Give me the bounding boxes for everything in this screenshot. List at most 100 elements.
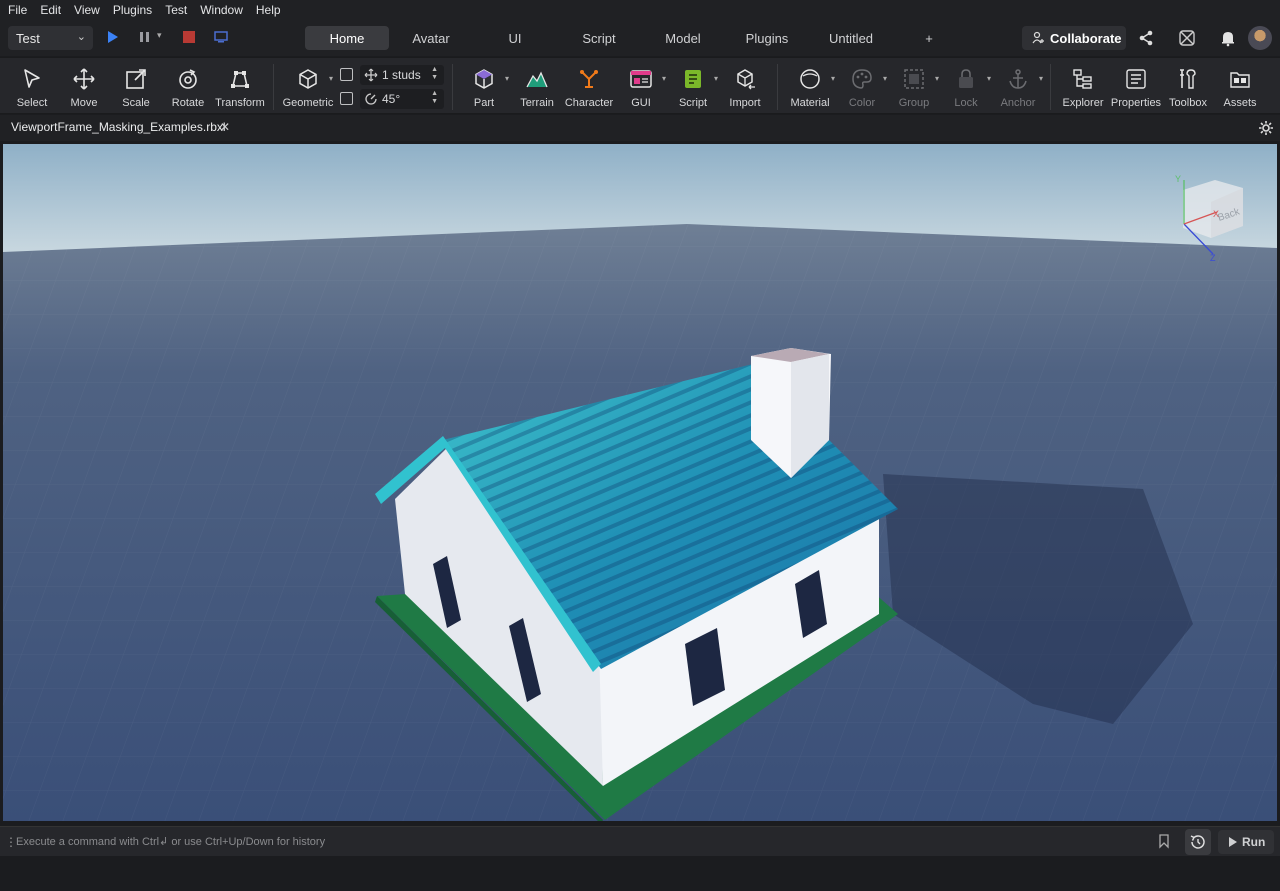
toolbar-divider (273, 64, 274, 110)
mode-select[interactable]: Test ⌄ (8, 26, 93, 50)
character-button[interactable]: Character (563, 58, 615, 114)
history-button[interactable] (1185, 829, 1211, 855)
toolbar-divider (1050, 64, 1051, 110)
pause-options-chevron-icon[interactable]: ▾ (157, 30, 162, 41)
stop-icon[interactable] (182, 30, 196, 44)
terrain-label: Terrain (520, 97, 554, 109)
menu-help[interactable]: Help (256, 3, 281, 17)
share-icon[interactable] (1137, 29, 1155, 47)
color-button[interactable]: ▾ Color (836, 58, 888, 114)
explorer-tree-icon (1073, 69, 1092, 89)
menu-test[interactable]: Test (165, 3, 187, 17)
toolbox-button[interactable]: Toolbox (1162, 58, 1214, 114)
rotate-label: Rotate (171, 97, 205, 109)
properties-button[interactable]: Properties (1110, 58, 1162, 114)
geometric-mode-button[interactable]: ▾ Geometric (282, 58, 334, 114)
color-label: Color (848, 97, 876, 109)
move-snap-value: 1 studs (382, 68, 421, 82)
select-tool-button[interactable]: Select (6, 58, 58, 114)
scale-label: Scale (122, 97, 150, 109)
user-avatar[interactable] (1248, 26, 1272, 50)
assets-label: Assets (1223, 97, 1257, 109)
stepper-arrows-icon[interactable]: ▲ ▼ (431, 90, 438, 106)
gui-button[interactable]: ▾ GUI (615, 58, 667, 114)
material-label: Material (790, 97, 830, 109)
notifications-bell-icon[interactable] (1219, 29, 1237, 47)
viewport-scene: Back Y X Z (3, 144, 1277, 821)
status-area (0, 857, 1280, 891)
chevron-down-icon: ▾ (934, 74, 939, 83)
transform-tool-button[interactable]: Transform (214, 58, 266, 114)
run-button[interactable]: Run (1218, 830, 1274, 854)
gear-icon[interactable] (1258, 120, 1274, 136)
anchor-icon (1009, 69, 1027, 89)
chevron-down-icon: ▾ (661, 74, 666, 83)
close-icon[interactable]: ✕ (220, 120, 230, 134)
rotate-snap-icon (365, 93, 377, 105)
toolbox-tools-icon (1180, 69, 1196, 89)
scale-icon (126, 69, 146, 89)
chevron-down-icon: ▾ (1038, 74, 1043, 83)
tab-ui[interactable]: UI (473, 26, 557, 50)
axis-y-label: Y (1175, 174, 1181, 184)
chevron-down-icon: ▾ (328, 74, 333, 83)
select-label: Select (16, 97, 48, 109)
history-clock-icon (1190, 835, 1205, 849)
color-palette-icon (852, 69, 872, 89)
assets-button[interactable]: Assets (1214, 58, 1266, 114)
import-label: Import (729, 97, 761, 109)
add-tab-button[interactable]: + (911, 26, 947, 50)
collaborate-button[interactable]: Collaborate (1022, 26, 1126, 50)
team-create-icon[interactable] (1178, 29, 1196, 47)
script-button[interactable]: ▾ Script (667, 58, 719, 114)
script-label: Script (678, 97, 708, 109)
group-button[interactable]: ▾ Group (888, 58, 940, 114)
part-label: Part (473, 97, 495, 109)
chevron-down-icon: ▾ (882, 74, 887, 83)
menu-edit[interactable]: Edit (40, 3, 61, 17)
3d-viewport[interactable]: Back Y X Z (3, 144, 1277, 821)
menu-window[interactable]: Window (200, 3, 243, 17)
toolbar-divider (452, 64, 453, 110)
pause-icon[interactable] (138, 30, 152, 44)
cursor-arrow-icon (24, 69, 40, 88)
rotate-snap-control: 45° ▲ ▼ (340, 89, 444, 109)
file-tab[interactable]: ViewportFrame_Masking_Examples.rbxl ✕ (0, 115, 240, 141)
anchor-button[interactable]: ▾ Anchor (992, 58, 1044, 114)
part-button[interactable]: ▾ Part (458, 58, 510, 114)
collaborate-label: Collaborate (1050, 30, 1122, 46)
menu-plugins[interactable]: Plugins (113, 3, 152, 17)
device-emulator-icon[interactable] (214, 30, 228, 44)
tab-avatar[interactable]: Avatar (389, 26, 473, 50)
move-snap-checkbox[interactable] (340, 68, 353, 81)
tab-model[interactable]: Model (641, 26, 725, 50)
play-icon[interactable] (106, 30, 120, 44)
lock-label: Lock (954, 97, 978, 109)
move-snap-field[interactable]: 1 studs ▲ ▼ (360, 65, 444, 85)
move-tool-button[interactable]: Move (58, 58, 110, 114)
lock-button[interactable]: ▾ Lock (940, 58, 992, 114)
tab-home[interactable]: Home (305, 26, 389, 50)
tab-plugins[interactable]: Plugins (725, 26, 809, 50)
rotate-snap-field[interactable]: 45° ▲ ▼ (360, 89, 444, 109)
command-input[interactable] (12, 830, 1142, 854)
menu-file[interactable]: File (8, 3, 27, 17)
tab-script[interactable]: Script (557, 26, 641, 50)
rotate-snap-checkbox[interactable] (340, 92, 353, 105)
scale-tool-button[interactable]: Scale (110, 58, 162, 114)
part-cube-icon (475, 69, 493, 89)
menu-view[interactable]: View (74, 3, 100, 17)
stepper-arrows-icon[interactable]: ▲ ▼ (431, 66, 438, 82)
material-button[interactable]: ▾ Material (784, 58, 836, 114)
tab-untitled[interactable]: Untitled (809, 26, 893, 50)
transform-label: Transform (215, 97, 265, 109)
move-snap-control: 1 studs ▲ ▼ (340, 65, 444, 85)
lock-icon (959, 69, 973, 88)
bookmark-icon[interactable] (1156, 833, 1172, 849)
top-tab-row: Test ⌄ ▾ Home Avatar UI Script Model Plu… (0, 20, 1280, 56)
rotate-tool-button[interactable]: Rotate (162, 58, 214, 114)
terrain-button[interactable]: Terrain (511, 58, 563, 114)
geometric-label: Geometric (282, 97, 334, 109)
import-button[interactable]: Import (719, 58, 771, 114)
explorer-button[interactable]: Explorer (1057, 58, 1109, 114)
